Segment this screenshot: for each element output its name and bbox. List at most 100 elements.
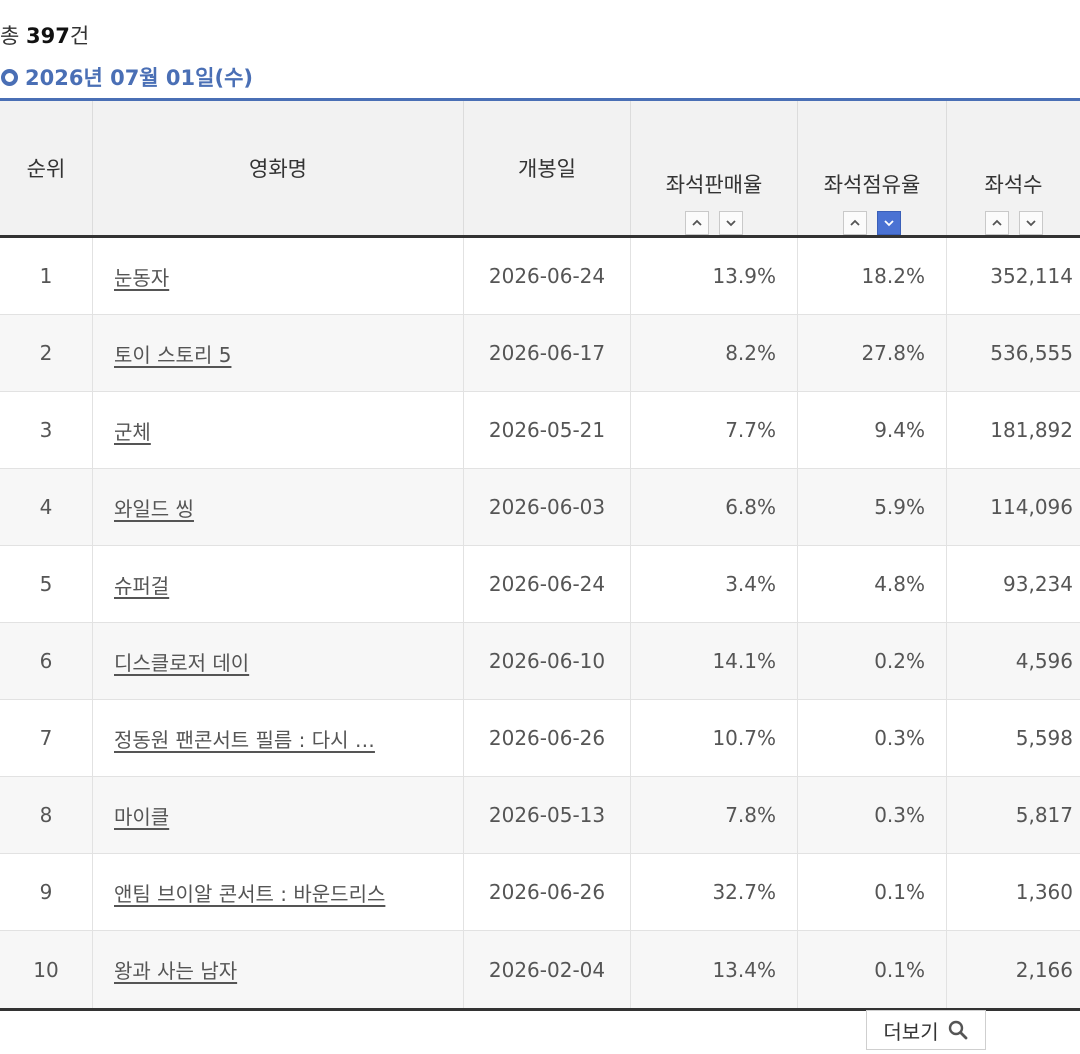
movie-title-link[interactable]: 왕과 사는 남자: [114, 955, 237, 984]
date-heading-text: 2026년 07월 01일(수): [25, 66, 253, 90]
title-cell: 토이 스토리 5: [92, 315, 463, 391]
movie-title-link[interactable]: 슈퍼걸: [114, 570, 169, 599]
seat-sales-rate-cell: 10.7%: [630, 700, 797, 776]
open-date-cell: 2026-05-21: [463, 392, 630, 468]
seats-cell: 5,817: [946, 777, 1080, 853]
header-seat-share-rate-label: 좌석점유율: [823, 173, 921, 197]
seat-sales-rate-cell: 7.7%: [630, 392, 797, 468]
chevron-up-icon: [692, 219, 702, 226]
seats-cell: 352,114: [946, 238, 1080, 314]
seats-cell: 2,166: [946, 931, 1080, 1008]
table-row: 4 와일드 씽 2026-06-03 6.8% 5.9% 114,096: [0, 469, 1080, 546]
movie-title-link[interactable]: 정동원 팬콘서트 필름 : 다시 …: [114, 724, 375, 753]
title-cell: 군체: [92, 392, 463, 468]
chevron-down-icon: [1025, 220, 1036, 227]
movie-title-link[interactable]: 군체: [114, 416, 151, 445]
seat-sales-rate-cell: 13.9%: [630, 238, 797, 314]
chevron-down-icon: [726, 220, 736, 227]
rank-cell: 5: [39, 572, 53, 596]
header-seats-label: 좌석수: [984, 173, 1043, 197]
sort-asc-button[interactable]: [843, 211, 867, 235]
result-count-prefix: 총: [0, 24, 20, 48]
result-count-number: 397: [26, 24, 70, 48]
seat-sales-rate-cell: 6.8%: [630, 469, 797, 545]
open-date-cell: 2026-06-26: [463, 700, 630, 776]
movie-title-link[interactable]: 디스클로저 데이: [114, 647, 249, 676]
table-header: 순위 영화명 개봉일 좌석판매율 좌석점유율 좌석수: [0, 101, 1080, 238]
chevron-up-icon: [850, 219, 860, 226]
open-date-cell: 2026-06-26: [463, 854, 630, 930]
circle-bullet-icon: [1, 68, 18, 86]
seats-cell: 181,892: [946, 392, 1080, 468]
sort-asc-button[interactable]: [685, 211, 709, 235]
rank-cell: 1: [39, 264, 53, 288]
sort-desc-button-active[interactable]: [877, 211, 901, 235]
table-row: 2 토이 스토리 5 2026-06-17 8.2% 27.8% 536,555: [0, 315, 1080, 392]
seats-cell: 114,096: [946, 469, 1080, 545]
rank-cell: 3: [39, 418, 53, 442]
seats-cell: 1,360: [946, 854, 1080, 930]
seat-share-rate-cell: 0.2%: [797, 623, 946, 699]
table-row: 6 디스클로저 데이 2026-06-10 14.1% 0.2% 4,596: [0, 623, 1080, 700]
movie-title-link[interactable]: 토이 스토리 5: [114, 339, 231, 368]
seat-share-rate-cell: 0.1%: [797, 854, 946, 930]
seat-share-rate-cell: 9.4%: [797, 392, 946, 468]
rank-cell: 6: [39, 649, 53, 673]
header-open-date: 개봉일: [463, 101, 630, 235]
title-cell: 슈퍼걸: [92, 546, 463, 622]
header-seat-sales-rate-label: 좌석판매율: [665, 173, 763, 197]
seats-cell: 4,596: [946, 623, 1080, 699]
open-date-cell: 2026-05-13: [463, 777, 630, 853]
seat-sales-rate-cell: 14.1%: [630, 623, 797, 699]
rank-cell: 9: [39, 880, 53, 904]
title-cell: 왕과 사는 남자: [92, 931, 463, 1008]
seat-share-rate-cell: 18.2%: [797, 238, 946, 314]
header-title: 영화명: [92, 101, 463, 235]
table-row: 3 군체 2026-05-21 7.7% 9.4% 181,892: [0, 392, 1080, 469]
date-heading: 2026년 07월 01일(수): [0, 62, 253, 92]
rank-cell: 2: [39, 341, 53, 365]
header-rank: 순위: [0, 101, 92, 235]
table-row: 5 슈퍼걸 2026-06-24 3.4% 4.8% 93,234: [0, 546, 1080, 623]
header-open-date-label: 개봉일: [518, 157, 576, 181]
sort-desc-button[interactable]: [719, 211, 743, 235]
rank-cell: 8: [39, 803, 53, 827]
rank-cell: 4: [39, 495, 53, 519]
title-cell: 와일드 씽: [92, 469, 463, 545]
seat-share-rate-cell: 4.8%: [797, 546, 946, 622]
result-count-suffix: 건: [69, 24, 90, 48]
rank-cell: 10: [33, 957, 59, 982]
header-seat-share-rate: 좌석점유율: [797, 101, 946, 235]
open-date-cell: 2026-06-03: [463, 469, 630, 545]
header-title-label: 영화명: [249, 157, 307, 181]
seat-sales-rate-cell: 8.2%: [630, 315, 797, 391]
table-row: 10 왕과 사는 남자 2026-02-04 13.4% 0.1% 2,166: [0, 931, 1080, 1008]
seat-sales-rate-cell: 13.4%: [630, 931, 797, 1008]
seat-share-rate-cell: 0.3%: [797, 777, 946, 853]
chevron-down-icon: [884, 220, 894, 227]
more-button-label: 더보기: [883, 1019, 939, 1044]
seat-sales-rate-cell: 3.4%: [630, 546, 797, 622]
seat-sales-rate-cell: 32.7%: [630, 854, 797, 930]
boxoffice-table: 순위 영화명 개봉일 좌석판매율 좌석점유율 좌석수 1 눈동자 2026-06…: [0, 98, 1080, 1011]
seat-share-rate-cell: 5.9%: [797, 469, 946, 545]
sort-asc-button[interactable]: [984, 211, 1009, 235]
open-date-cell: 2026-06-17: [463, 315, 630, 391]
sort-desc-button[interactable]: [1018, 211, 1043, 235]
header-seats: 좌석수: [946, 101, 1080, 235]
movie-title-link[interactable]: 마이클: [114, 801, 169, 830]
open-date-cell: 2026-02-04: [463, 931, 630, 1008]
table-row: 8 마이클 2026-05-13 7.8% 0.3% 5,817: [0, 777, 1080, 854]
movie-title-link[interactable]: 눈동자: [114, 262, 169, 291]
seat-share-rate-cell: 0.1%: [797, 931, 946, 1008]
title-cell: 눈동자: [92, 238, 463, 314]
more-button[interactable]: 더보기: [866, 1010, 986, 1050]
movie-title-link[interactable]: 앤팀 브이알 콘서트 : 바운드리스: [114, 878, 385, 907]
open-date-cell: 2026-06-24: [463, 546, 630, 622]
seats-cell: 93,234: [946, 546, 1080, 622]
movie-title-link[interactable]: 와일드 씽: [114, 493, 194, 522]
title-cell: 디스클로저 데이: [92, 623, 463, 699]
chevron-up-icon: [991, 219, 1002, 226]
open-date-cell: 2026-06-10: [463, 623, 630, 699]
header-rank-label: 순위: [26, 157, 66, 181]
